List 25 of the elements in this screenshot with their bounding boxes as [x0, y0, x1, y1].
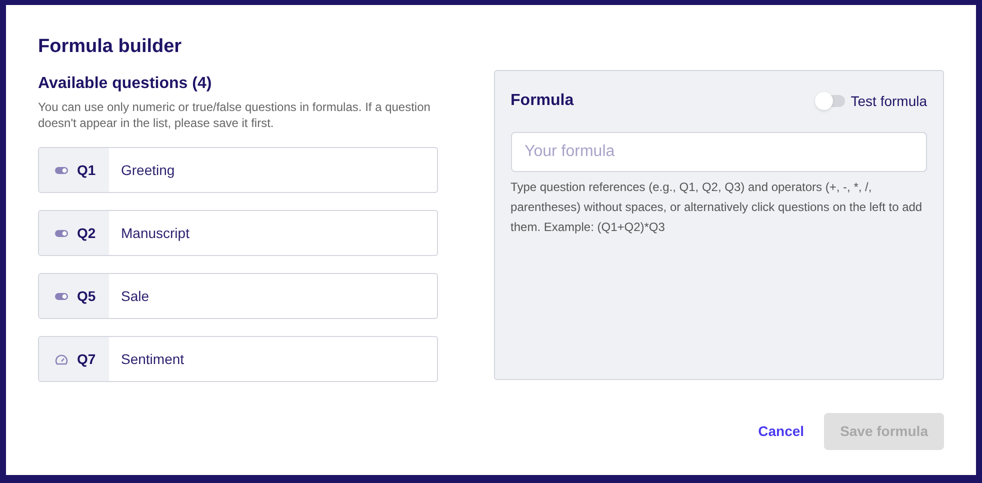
toggle-icon — [55, 230, 68, 236]
question-item[interactable]: Q5 Sale — [38, 273, 438, 319]
gauge-icon — [55, 354, 68, 364]
toggle-label: Test formula — [850, 92, 927, 110]
question-item[interactable]: Q7 Sentiment — [38, 336, 438, 382]
question-item[interactable]: Q2 Manuscript — [38, 210, 438, 256]
toggle-icon — [55, 166, 68, 174]
dialog-title: Formula builder — [38, 35, 183, 59]
question-id: Q2 — [77, 224, 96, 243]
question-id: Q1 — [77, 160, 96, 180]
question-label: Sale — [120, 286, 150, 306]
hint-text: Type question references (e.g., Q1, Q2, Q3) and operators (+, -, *, /, parentheses) without spaces, or alternatively click questions on the left to add them. Example: (Q1+Q2)*Q3 — [510, 179, 924, 236]
toggle-icon — [55, 292, 68, 300]
question-label: Sentiment — [120, 350, 184, 368]
question-item[interactable]: Q1 Greeting — [38, 147, 438, 193]
formula-input[interactable]: Your formula — [510, 132, 927, 172]
question-id: Q7 — [77, 350, 96, 369]
panel-heading: Formula — [510, 91, 574, 111]
question-label: Manuscript — [120, 224, 190, 243]
cancel-button[interactable]: Cancel — [756, 421, 806, 442]
question-label: Greeting — [120, 160, 175, 180]
section-heading: Available questions (4) — [38, 74, 213, 94]
question-id: Q5 — [77, 286, 96, 306]
toggle-switch[interactable] — [816, 95, 845, 107]
help-text: You can use only numeric or true/false questions in formulas. If a question doesn't appear in the list, please save it first. — [38, 99, 432, 131]
